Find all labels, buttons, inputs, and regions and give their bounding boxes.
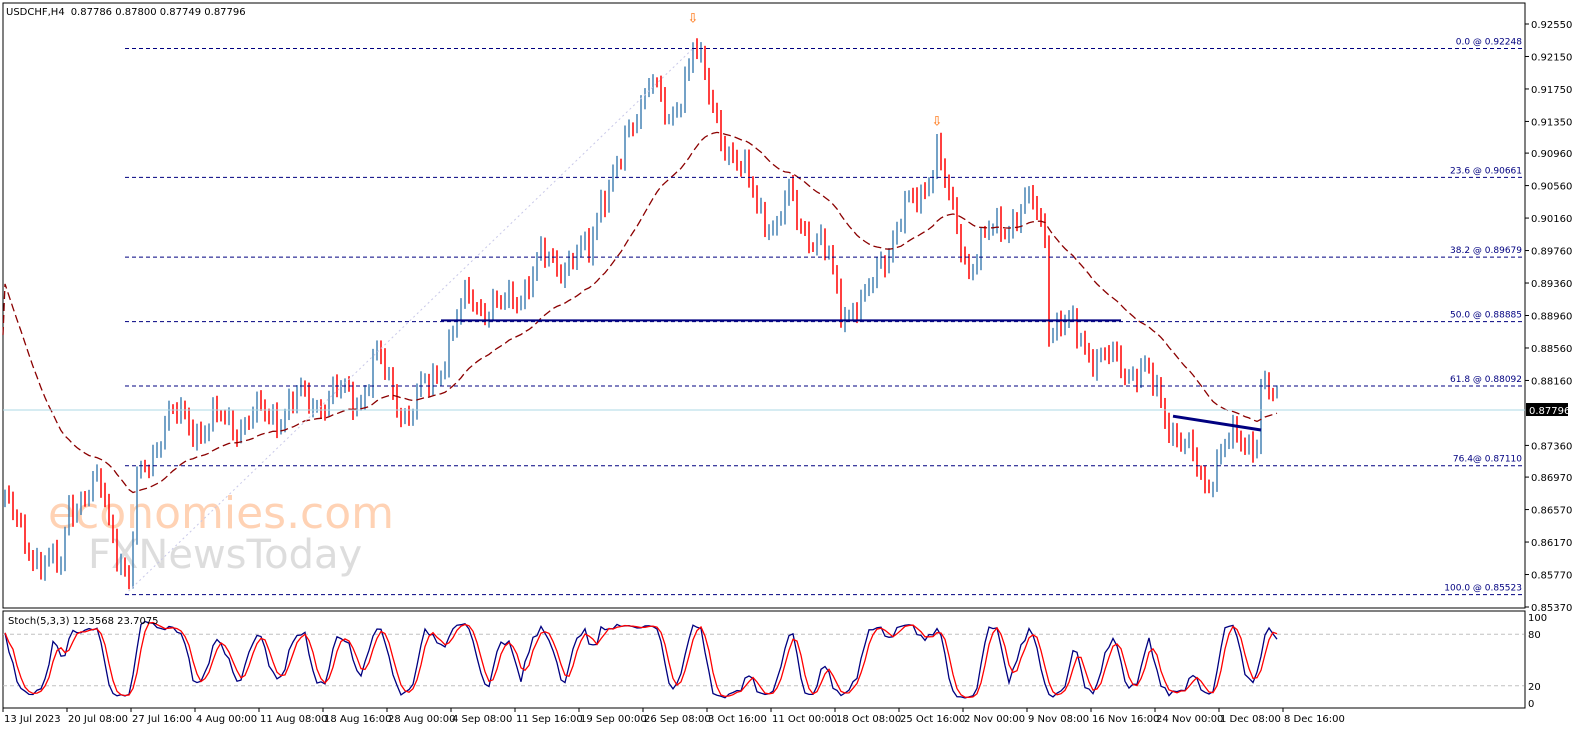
x-tick-label: 4 Aug 00:00 <box>196 714 257 725</box>
x-tick-label: 24 Nov 00:00 <box>1156 714 1223 725</box>
trend-line <box>1172 414 1262 432</box>
x-tick-label: 3 Oct 16:00 <box>708 714 767 725</box>
stoch-label: Stoch(5,3,3) 12.3568 23.7075 <box>8 616 159 627</box>
x-tick-label: 9 Nov 08:00 <box>1028 714 1089 725</box>
x-tick-label: 13 Jul 2023 <box>4 714 61 725</box>
x-tick-label: 20 Jul 08:00 <box>68 714 128 725</box>
fibo-level-label: 50.0 @ 0.88885 <box>1450 311 1522 321</box>
x-tick-label: 19 Sep 00:00 <box>580 714 647 725</box>
y-tick-label: 0.89360 <box>1531 279 1572 290</box>
x-tick-label: 18 Aug 16:00 <box>324 714 391 725</box>
chart-window: economies.com FXNewsToday 0.0 @ 0.92248 2… <box>0 0 1596 743</box>
x-tick-label: 4 Sep 08:00 <box>452 714 512 725</box>
y-tick-label: 0.90160 <box>1531 214 1572 225</box>
stoch-level-label: 80 <box>1528 630 1541 641</box>
x-tick-label: 27 Jul 16:00 <box>132 714 192 725</box>
x-tick-label: 11 Sep 16:00 <box>516 714 583 725</box>
y-tick-label: 0.86570 <box>1531 506 1572 517</box>
stoch-level-label: 0 <box>1528 699 1534 710</box>
y-tick-label: 0.89760 <box>1531 247 1572 258</box>
y-tick-label: 0.86970 <box>1531 473 1572 484</box>
fibo-level-label: 76.4@ 0.87110 <box>1453 455 1522 465</box>
y-tick-label: 0.90560 <box>1531 182 1572 193</box>
watermark: economies.com FXNewsToday <box>48 488 394 578</box>
y-tick-label: 0.87360 <box>1531 441 1572 452</box>
down-arrow-icon: ⇩ <box>688 11 699 26</box>
x-tick-label: 2 Nov 00:00 <box>964 714 1025 725</box>
y-tick-label: 0.90960 <box>1531 149 1572 160</box>
x-tick-label: 28 Aug 00:00 <box>388 714 455 725</box>
x-tick-label: 11 Aug 08:00 <box>260 714 327 725</box>
y-tick-label: 0.92150 <box>1531 52 1572 63</box>
stoch-level-label: 100 <box>1528 613 1547 624</box>
fibo-level-label: 61.8 @ 0.88092 <box>1450 375 1522 385</box>
y-tick-label: 0.86170 <box>1531 538 1572 549</box>
x-tick-label: 26 Sep 08:00 <box>644 714 711 725</box>
symbol-header: USDCHF,H4 0.87786 0.87800 0.87749 0.87796 <box>6 7 246 18</box>
y-tick-label: 0.91750 <box>1531 85 1572 96</box>
stoch-level-label: 20 <box>1528 682 1541 693</box>
x-tick-label: 25 Oct 16:00 <box>900 714 965 725</box>
moving-average-line <box>2 131 1278 494</box>
y-tick-label: 0.91350 <box>1531 117 1572 128</box>
fibo-level-label: 23.6 @ 0.90661 <box>1450 166 1522 176</box>
y-tick-label: 0.88960 <box>1531 312 1572 323</box>
x-tick-label: 8 Dec 16:00 <box>1284 714 1345 725</box>
y-tick-label: 0.85770 <box>1531 571 1572 582</box>
fibo-level-label: 100.0 @ 0.85523 <box>1444 584 1522 594</box>
x-tick-label: 18 Oct 08:00 <box>836 714 901 725</box>
x-tick-label: 1 Dec 08:00 <box>1220 714 1281 725</box>
price-chart[interactable]: economies.com FXNewsToday 0.0 @ 0.92248 2… <box>0 0 1596 743</box>
x-tick-label: 11 Oct 00:00 <box>772 714 837 725</box>
x-tick-label: 16 Nov 16:00 <box>1092 714 1159 725</box>
y-tick-label: 0.88560 <box>1531 344 1572 355</box>
stoch-main-line <box>4 620 1278 699</box>
down-arrow-icon: ⇩ <box>932 114 943 129</box>
y-tick-label: 0.92550 <box>1531 20 1572 31</box>
stochastic-oscillator <box>3 620 1524 699</box>
y-tick-label: 0.88160 <box>1531 376 1572 387</box>
fibo-level-label: 38.2 @ 0.89679 <box>1450 246 1522 256</box>
current-price-label: 0.87796 <box>1529 406 1570 417</box>
fibo-level-label: 0.0 @ 0.92248 <box>1456 38 1523 48</box>
